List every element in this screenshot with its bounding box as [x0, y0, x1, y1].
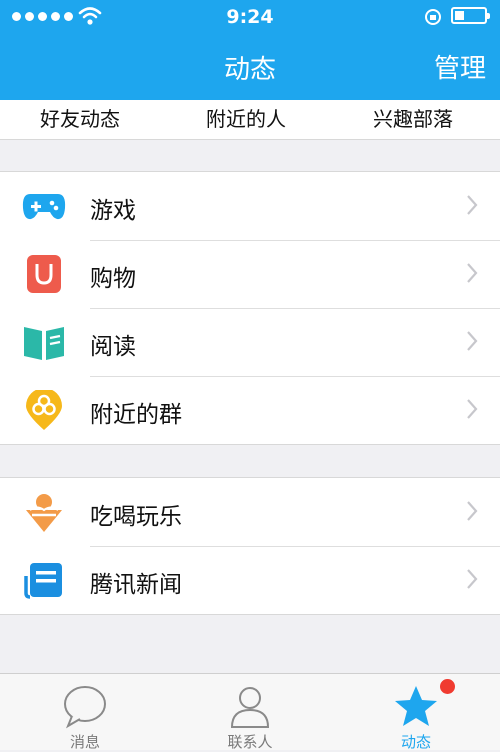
- chevron-right-icon: [467, 569, 478, 589]
- tab-label: 消息: [69, 733, 100, 751]
- tab-interest-tribe[interactable]: 兴趣部落: [373, 103, 453, 132]
- list-item-label: 吃喝玩乐: [90, 504, 182, 530]
- list-item-label: 腾讯新闻: [90, 572, 182, 598]
- list-item-games[interactable]: 游戏: [0, 172, 500, 240]
- tab-label: 动态: [400, 733, 431, 751]
- chat-bubble-icon: [64, 686, 106, 729]
- list-item-label: 游戏: [90, 198, 136, 224]
- book-icon: [24, 327, 64, 360]
- feature-list-primary: 游戏 购物 阅读 附近的群: [0, 171, 500, 445]
- rotation-lock-icon: [425, 9, 441, 25]
- list-item-label: 附近的群: [90, 402, 182, 428]
- list-item-label: 阅读: [90, 334, 136, 360]
- tab-friend-feed[interactable]: 好友动态: [40, 103, 120, 132]
- contact-person-icon: [230, 687, 270, 728]
- gamepad-icon: [22, 194, 66, 220]
- status-bar: 9:24: [0, 0, 500, 34]
- notification-badge: [440, 679, 455, 694]
- tab-label: 联系人: [227, 733, 273, 751]
- battery-icon: [451, 7, 490, 24]
- sub-tab-bar: 好友动态 附近的人 兴趣部落: [0, 100, 500, 140]
- chevron-right-icon: [467, 501, 478, 521]
- list-item-nearby-groups[interactable]: 附近的群: [0, 376, 500, 444]
- tab-messages[interactable]: 消息: [25, 674, 145, 751]
- nearby-group-pin-icon: [26, 390, 62, 430]
- chevron-right-icon: [467, 399, 478, 419]
- chevron-right-icon: [467, 195, 478, 215]
- bottom-tab-bar: 消息 联系人 动态: [0, 673, 500, 751]
- list-item-shopping[interactable]: 购物: [0, 240, 500, 308]
- chevron-right-icon: [467, 331, 478, 351]
- news-icon: [24, 563, 62, 599]
- star-icon: [395, 686, 437, 726]
- list-item-label: 购物: [90, 266, 136, 292]
- ice-cream-icon: [26, 494, 62, 532]
- list-item-tencent-news[interactable]: 腾讯新闻: [0, 546, 500, 614]
- list-item-reading[interactable]: 阅读: [0, 308, 500, 376]
- tab-nearby-people[interactable]: 附近的人: [206, 103, 286, 132]
- page-title: 动态: [223, 55, 276, 85]
- shopping-bag-icon: [27, 255, 61, 293]
- list-item-food-entertainment[interactable]: 吃喝玩乐: [0, 478, 500, 546]
- tab-feed[interactable]: 动态: [356, 674, 476, 751]
- chevron-right-icon: [467, 263, 478, 283]
- manage-button[interactable]: 管理: [434, 48, 486, 85]
- tab-contacts[interactable]: 联系人: [190, 674, 310, 751]
- nav-header: 9:24 动态 管理: [0, 0, 500, 100]
- feature-list-secondary: 吃喝玩乐 腾讯新闻: [0, 477, 500, 615]
